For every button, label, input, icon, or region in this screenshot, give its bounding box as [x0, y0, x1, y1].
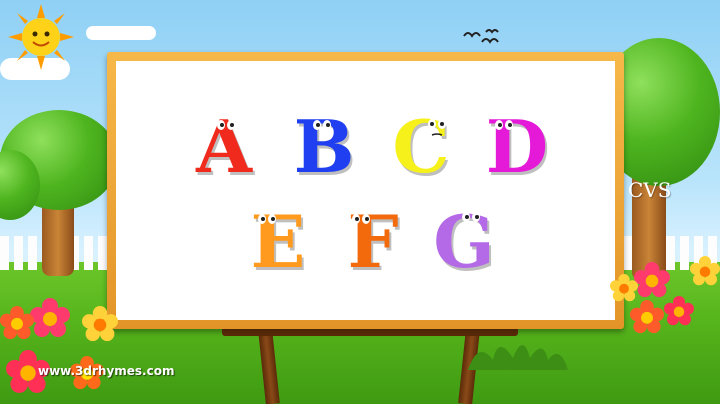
flower-icon	[664, 296, 694, 326]
watermark: www.3drhymes.com	[38, 364, 175, 378]
sun-icon	[8, 4, 74, 70]
cloud-icon	[86, 26, 156, 40]
letter-face-icon	[258, 214, 276, 224]
bush-icon	[468, 345, 568, 370]
letter-face-icon	[217, 120, 235, 130]
letter-face-icon	[428, 119, 446, 136]
letter-face-icon	[352, 214, 370, 224]
whiteboard: A B C D E F G	[116, 61, 615, 320]
flower-icon	[610, 274, 638, 302]
flower-icon	[630, 300, 664, 334]
flower-icon	[690, 256, 720, 286]
corner-text: CVS	[628, 178, 672, 202]
board-frame: A B C D E F G	[107, 52, 624, 329]
flower-icon	[634, 262, 670, 298]
flower-icon	[30, 298, 70, 337]
letter-face-icon	[495, 120, 513, 130]
flower-icon	[0, 306, 34, 340]
flower-icon	[82, 306, 118, 342]
letter-face-icon	[313, 120, 331, 130]
letter-face-icon	[462, 212, 480, 222]
bird-icon	[463, 29, 499, 44]
cartoon-scene: A B C D E F G CVS www.3drhymes.com	[0, 0, 720, 404]
